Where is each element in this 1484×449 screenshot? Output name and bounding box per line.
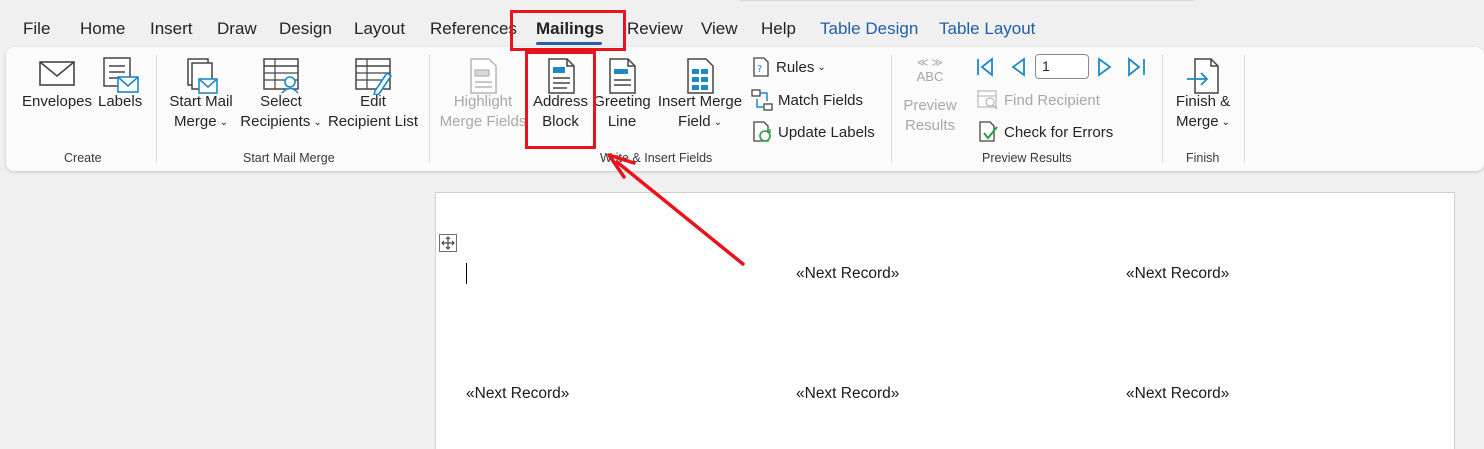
red-arrow-annotation	[607, 153, 745, 266]
